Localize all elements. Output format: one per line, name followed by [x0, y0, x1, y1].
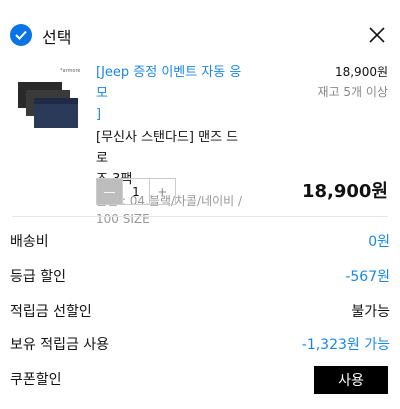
- summary-label: 쿠폰할인: [10, 372, 62, 388]
- summary-value: 0원: [368, 234, 390, 250]
- select-label: 선택: [42, 28, 72, 47]
- summary-value: 불가능: [351, 304, 390, 320]
- option-line-2: 100 SIZE: [96, 212, 150, 226]
- summary-row-points-prediscount: 적립금 선할인 불가능: [10, 299, 390, 323]
- total-price: 18,900원: [301, 181, 388, 202]
- divider: [12, 216, 388, 217]
- quantity-stepper: — 1 +: [96, 178, 176, 205]
- summary-value: -567원: [345, 269, 390, 285]
- summary-row-shipping: 배송비 0원: [10, 229, 390, 253]
- summary-row-coupon: 쿠폰할인: [10, 367, 310, 391]
- summary-value: -1,323원 가능: [301, 337, 390, 353]
- promo-text[interactable]: [Jeep 증정 이벤트 자동 응모 ]: [96, 62, 248, 125]
- cart-item-header: 선택: [0, 0, 400, 70]
- quantity-value[interactable]: 1: [122, 179, 150, 204]
- summary-label: 등급 할인: [10, 269, 66, 285]
- summary-row-grade-discount: 등급 할인 -567원: [10, 264, 390, 288]
- price-block: 18,900원 재고 5개 이상: [318, 62, 388, 102]
- increase-button[interactable]: +: [150, 179, 175, 204]
- summary-label: 보유 적립금 사용: [10, 337, 110, 353]
- check-icon: [15, 30, 27, 40]
- product-name-line-1: [무신사 스탠다드] 맨즈 드로: [96, 130, 239, 166]
- brand-logo: *armored: [60, 68, 80, 74]
- decrease-button[interactable]: —: [97, 179, 123, 204]
- coupon-apply-button[interactable]: 사용: [314, 366, 388, 394]
- close-icon[interactable]: [368, 26, 386, 44]
- promo-line-1: [Jeep 증정 이벤트 자동 응모: [96, 65, 242, 101]
- unit-price: 18,900원: [334, 65, 388, 79]
- stock-status: 재고 5개 이상: [317, 85, 388, 99]
- summary-label: 적립금 선할인: [10, 304, 92, 320]
- promo-line-2: ]: [96, 107, 102, 122]
- summary-label: 배송비: [10, 234, 49, 250]
- select-checkbox[interactable]: [10, 24, 32, 46]
- summary-row-points-use: 보유 적립금 사용 -1,323원 가능: [10, 332, 390, 356]
- product-thumbnail[interactable]: *armored: [14, 62, 80, 138]
